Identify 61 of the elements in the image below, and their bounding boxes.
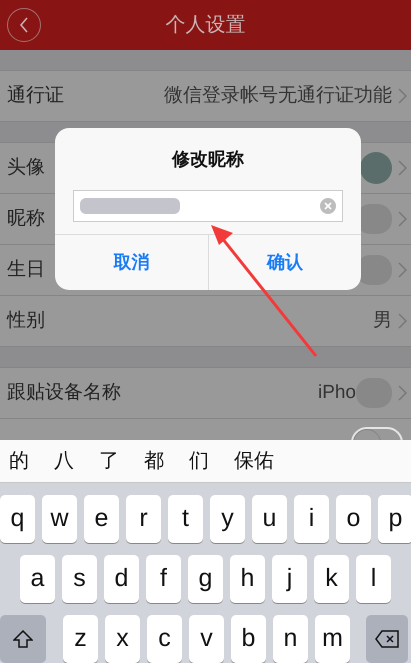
delete-icon: [375, 630, 399, 648]
settings-row[interactable]: 跟贴设备名称 iPho: [0, 368, 411, 419]
page-title: 个人设置: [166, 13, 246, 38]
key[interactable]: d: [104, 555, 139, 603]
key[interactable]: y: [210, 495, 245, 543]
back-button[interactable]: [7, 8, 41, 42]
row-label: 性别: [7, 308, 45, 333]
settings-row[interactable]: 通行证 微信登录帐号无通行证功能: [0, 71, 411, 122]
chevron-icon: [398, 160, 407, 176]
chevron-icon: [398, 313, 407, 329]
candidate-word[interactable]: 了: [99, 446, 119, 476]
row-label: 头像: [7, 156, 45, 180]
candidate-word[interactable]: 都: [144, 446, 164, 476]
avatar: [360, 152, 392, 184]
key[interactable]: a: [20, 555, 55, 603]
row-value: 男: [373, 308, 392, 333]
chevron-icon: [398, 211, 407, 227]
key[interactable]: j: [272, 555, 307, 603]
key[interactable]: h: [230, 555, 265, 603]
key[interactable]: m: [315, 615, 350, 663]
key[interactable]: z: [63, 615, 98, 663]
key[interactable]: s: [62, 555, 97, 603]
shift-icon: [13, 630, 33, 648]
dialog-title: 修改昵称: [172, 148, 244, 170]
key[interactable]: b: [231, 615, 266, 663]
key[interactable]: w: [42, 495, 77, 543]
key[interactable]: r: [126, 495, 161, 543]
candidate-word[interactable]: 们: [189, 446, 209, 476]
key[interactable]: e: [84, 495, 119, 543]
settings-row[interactable]: 性别 男: [0, 296, 411, 347]
key[interactable]: k: [314, 555, 349, 603]
key[interactable]: t: [168, 495, 203, 543]
key[interactable]: f: [146, 555, 181, 603]
key[interactable]: v: [189, 615, 224, 663]
key[interactable]: q: [0, 495, 35, 543]
key[interactable]: x: [105, 615, 140, 663]
chevron-icon: [398, 88, 407, 104]
row-label: 昵称: [7, 206, 45, 231]
row-label: 生日: [7, 258, 45, 282]
dialog-button[interactable]: 取消: [55, 235, 208, 290]
back-icon: [19, 17, 29, 33]
chevron-icon: [398, 262, 407, 278]
input-field[interactable]: [73, 190, 343, 222]
key[interactable]: c: [147, 615, 182, 663]
key[interactable]: p: [378, 495, 411, 543]
row-label: 通行证: [7, 84, 64, 108]
key[interactable]: g: [188, 555, 223, 603]
shift-key[interactable]: [0, 615, 46, 663]
key[interactable]: n: [273, 615, 308, 663]
candidate-word[interactable]: 的: [9, 446, 29, 476]
key[interactable]: u: [252, 495, 287, 543]
key[interactable]: o: [336, 495, 371, 543]
row-value: 微信登录帐号无通行证功能: [164, 84, 392, 108]
delete-key[interactable]: [366, 615, 408, 663]
key[interactable]: i: [294, 495, 329, 543]
row-value: iPho: [318, 380, 356, 405]
chevron-icon: [398, 385, 407, 401]
row-label: 跟贴设备名称: [7, 380, 121, 405]
candidate-word[interactable]: 保佑: [234, 446, 274, 476]
candidate-word[interactable]: 八: [54, 446, 74, 476]
key[interactable]: l: [356, 555, 391, 603]
